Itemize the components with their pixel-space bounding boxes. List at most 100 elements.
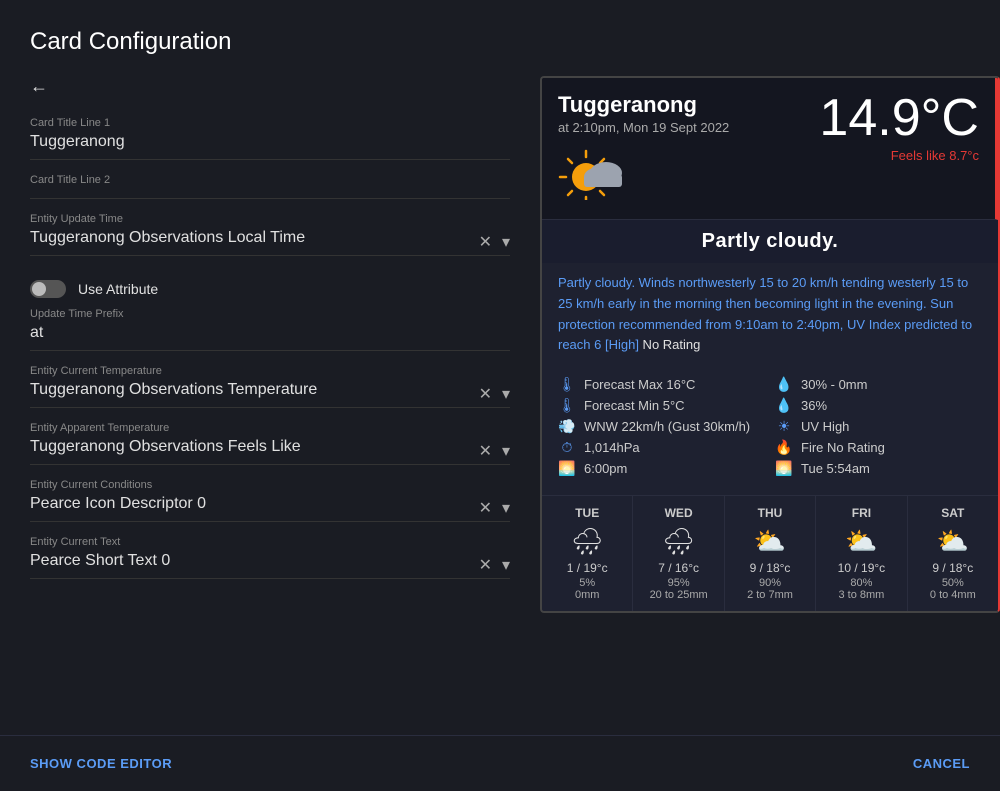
forecast-mm-wed: 20 to 25mm xyxy=(637,589,719,601)
detail-wind: 💨 WNW 22km/h (Gust 30km/h) xyxy=(558,418,765,435)
wind-icon: 💨 xyxy=(558,418,576,435)
sunrise-icon: 🌅 xyxy=(775,460,793,477)
field-update-time-prefix: Update Time Prefix at xyxy=(30,308,510,351)
forecast-temp-thu: 9 / 18°c xyxy=(729,561,811,575)
detail-text-forecast-max: Forecast Max 16°C xyxy=(584,377,695,392)
field-label-entity-apparent-temp: Entity Apparent Temperature xyxy=(30,422,510,434)
forecast-day-fri: FRI ⛅ 10 / 19°c 80% 3 to 8mm xyxy=(816,496,907,611)
detail-text-forecast-min: Forecast Min 5°C xyxy=(584,398,685,413)
sunset-icon: 🌅 xyxy=(558,460,576,477)
field-value-entity-current-conditions: Pearce Icon Descriptor 0 xyxy=(30,495,206,521)
clear-icon[interactable]: ✕ xyxy=(479,555,492,575)
chevron-down-icon[interactable]: ▾ xyxy=(502,384,510,404)
forecast-rain-wed: 95% xyxy=(637,577,719,589)
forecast-mm-thu: 2 to 7mm xyxy=(729,589,811,601)
show-code-editor-button[interactable]: SHOW CODE EDITOR xyxy=(30,756,172,771)
back-button[interactable]: ← xyxy=(30,76,510,97)
field-value-entity-update-time: Tuggeranong Observations Local Time xyxy=(30,229,305,255)
thermometer-min-icon: 🌡 xyxy=(558,397,576,414)
clear-icon[interactable]: ✕ xyxy=(479,232,492,252)
field-label-card-title-2: Card Title Line 2 xyxy=(30,174,510,186)
forecast-day-sat: SAT ⛅ 9 / 18°c 50% 0 to 4mm xyxy=(908,496,998,611)
field-value-update-time-prefix: at xyxy=(30,324,510,350)
forecast-row: TUE 🌧 1 / 19°c 5% 0mm WED 🌧 7 / 16°c 95%… xyxy=(542,495,998,611)
forecast-temp-sat: 9 / 18°c xyxy=(912,561,994,575)
detail-text-pressure: 1,014hPa xyxy=(584,440,640,455)
humidity-icon: 💧 xyxy=(775,397,793,414)
detail-text-wind: WNW 22km/h (Gust 30km/h) xyxy=(584,419,750,434)
weather-description: Partly cloudy. Winds northwesterly 15 to… xyxy=(542,263,998,366)
forecast-day-name-fri: FRI xyxy=(820,506,902,520)
weather-feels-like: Feels like 8.7°c xyxy=(819,148,979,163)
forecast-icon-wed: 🌧 xyxy=(637,526,719,557)
detail-pressure: ⏱ 1,014hPa xyxy=(558,439,765,456)
field-label-entity-update-time: Entity Update Time xyxy=(30,213,510,225)
forecast-day-wed: WED 🌧 7 / 16°c 95% 20 to 25mm xyxy=(633,496,724,611)
field-entity-apparent-temp: Entity Apparent Temperature Tuggeranong … xyxy=(30,422,510,465)
cancel-button[interactable]: CANCEL xyxy=(913,756,970,771)
field-label-entity-current-temp: Entity Current Temperature xyxy=(30,365,510,377)
weather-location: Tuggeranong at 2:10pm, Mon 19 Sept 2022 xyxy=(558,92,729,205)
forecast-rain-fri: 80% xyxy=(820,577,902,589)
field-card-title-1: Card Title Line 1 Tuggeranong xyxy=(30,117,510,160)
weather-details-grid: 🌡 Forecast Max 16°C 💧 30% - 0mm 🌡 Foreca… xyxy=(542,366,998,487)
chevron-down-icon[interactable]: ▾ xyxy=(502,441,510,461)
uv-icon: ☀ xyxy=(775,418,793,435)
field-actions-entity-current-temp: ✕ ▾ xyxy=(479,384,510,404)
weather-city: Tuggeranong xyxy=(558,92,729,118)
clear-icon[interactable]: ✕ xyxy=(479,441,492,461)
forecast-day-thu: THU ⛅ 9 / 18°c 90% 2 to 7mm xyxy=(725,496,816,611)
weather-date: at 2:10pm, Mon 19 Sept 2022 xyxy=(558,120,729,135)
field-label-entity-current-conditions: Entity Current Conditions xyxy=(30,479,510,491)
field-value-card-title-2[interactable] xyxy=(30,190,510,198)
bottom-bar: SHOW CODE EDITOR CANCEL xyxy=(0,735,1000,791)
detail-text-sunrise: Tue 5:54am xyxy=(801,461,870,476)
field-value-card-title-1: Tuggeranong xyxy=(30,133,510,159)
left-panel: ← Card Title Line 1 Tuggeranong Card Tit… xyxy=(30,76,530,737)
weather-header: Tuggeranong at 2:10pm, Mon 19 Sept 2022 xyxy=(542,78,998,220)
weather-condition: Partly cloudy. xyxy=(542,220,998,263)
detail-forecast-max: 🌡 Forecast Max 16°C xyxy=(558,376,765,393)
forecast-icon-tue: 🌧 xyxy=(546,526,628,557)
use-attribute-label: Use Attribute xyxy=(78,281,158,297)
weather-no-rating: No Rating xyxy=(639,337,700,352)
clear-icon[interactable]: ✕ xyxy=(479,384,492,404)
field-entity-current-text: Entity Current Text Pearce Short Text 0 … xyxy=(30,536,510,579)
forecast-day-name-thu: THU xyxy=(729,506,811,520)
chevron-down-icon[interactable]: ▾ xyxy=(502,498,510,518)
field-entity-current-temp: Entity Current Temperature Tuggeranong O… xyxy=(30,365,510,408)
field-card-title-2: Card Title Line 2 xyxy=(30,174,510,199)
forecast-day-name-tue: TUE xyxy=(546,506,628,520)
forecast-mm-sat: 0 to 4mm xyxy=(912,589,994,601)
field-entity-update-time: Entity Update Time Tuggeranong Observati… xyxy=(30,213,510,256)
detail-text-uv: UV High xyxy=(801,419,849,434)
field-label-entity-current-text: Entity Current Text xyxy=(30,536,510,548)
temp-unit: °C xyxy=(921,89,979,147)
detail-sunset: 🌅 6:00pm xyxy=(558,460,765,477)
forecast-temp-tue: 1 / 19°c xyxy=(546,561,628,575)
field-value-entity-current-text: Pearce Short Text 0 xyxy=(30,552,170,578)
forecast-icon-sat: ⛅ xyxy=(912,526,994,557)
forecast-icon-fri: ⛅ xyxy=(820,526,902,557)
field-actions-entity-current-text: ✕ ▾ xyxy=(479,555,510,575)
forecast-rain-tue: 5% xyxy=(546,577,628,589)
field-label-card-title-1: Card Title Line 1 xyxy=(30,117,510,129)
forecast-mm-tue: 0mm xyxy=(546,589,628,601)
chevron-down-icon[interactable]: ▾ xyxy=(502,555,510,575)
detail-rain-pct: 💧 30% - 0mm xyxy=(775,376,982,393)
use-attribute-toggle-row: Use Attribute xyxy=(30,270,510,308)
forecast-rain-thu: 90% xyxy=(729,577,811,589)
forecast-temp-wed: 7 / 16°c xyxy=(637,561,719,575)
forecast-icon-thu: ⛅ xyxy=(729,526,811,557)
detail-text-sunset: 6:00pm xyxy=(584,461,627,476)
chevron-down-icon[interactable]: ▾ xyxy=(502,232,510,252)
detail-fire: 🔥 Fire No Rating xyxy=(775,439,982,456)
clear-icon[interactable]: ✕ xyxy=(479,498,492,518)
weather-temperature: 14.9°C xyxy=(819,92,979,144)
page-title: Card Configuration xyxy=(0,0,1000,76)
weather-sun-icon xyxy=(558,145,729,205)
field-label-update-time-prefix: Update Time Prefix xyxy=(30,308,510,320)
forecast-day-tue: TUE 🌧 1 / 19°c 5% 0mm xyxy=(542,496,633,611)
use-attribute-toggle[interactable] xyxy=(30,280,66,298)
thermometer-icon: 🌡 xyxy=(558,376,576,393)
